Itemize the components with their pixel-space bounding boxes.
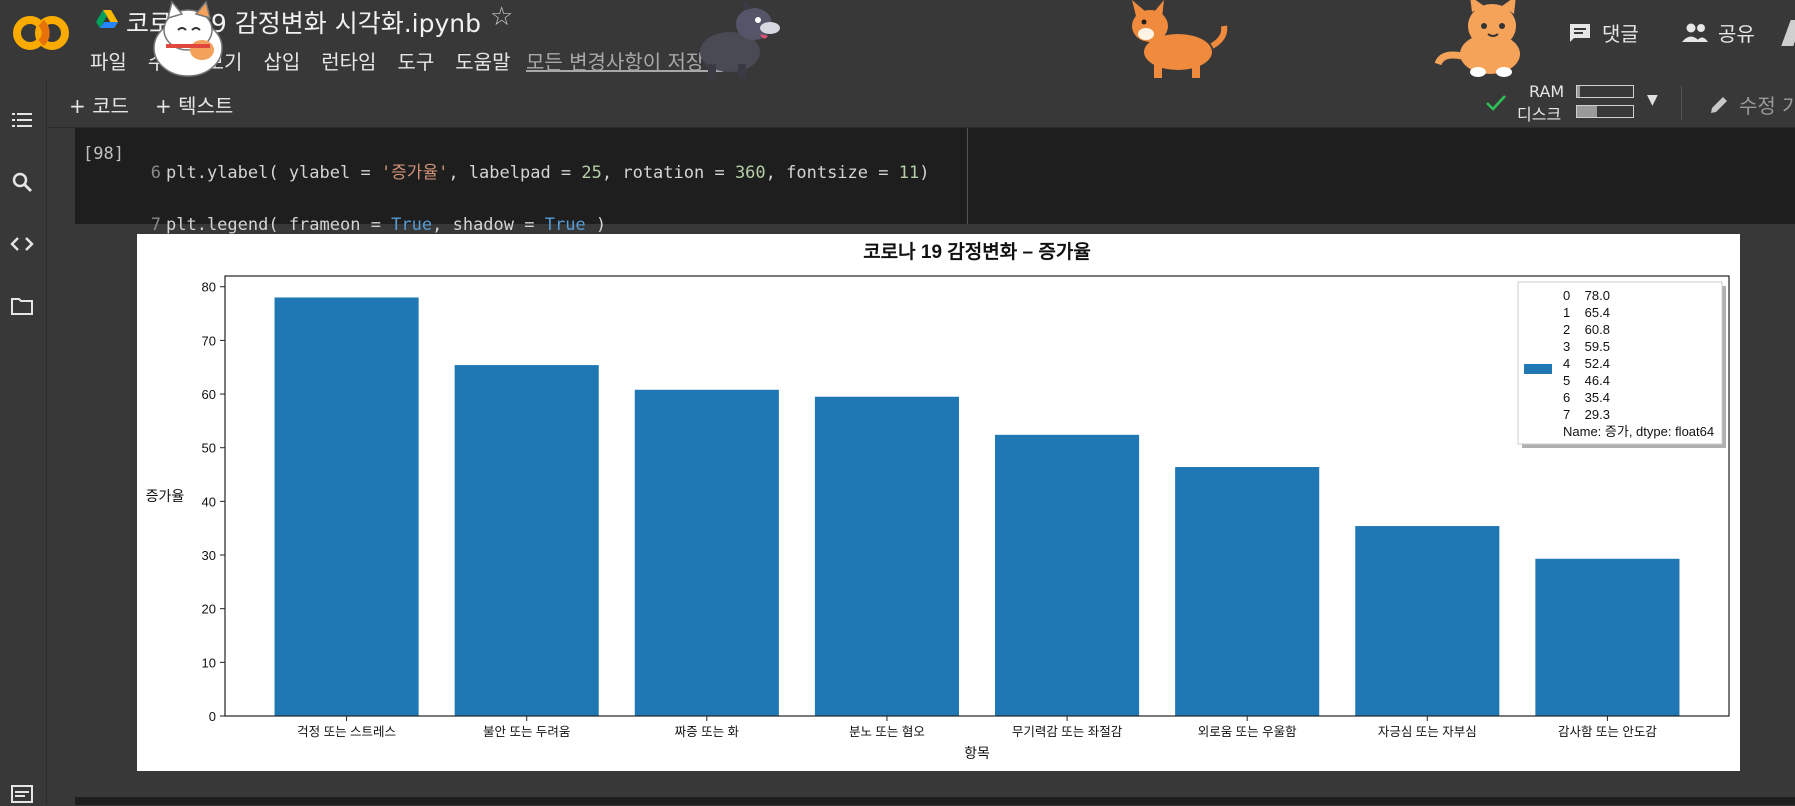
share-button[interactable]: 공유 bbox=[1682, 18, 1755, 47]
notebook-header: 코로나19 감정변화 시각화.ipynb ☆ 파일 수정 보기 삽입 런타임 도… bbox=[0, 0, 1795, 80]
chart-title: 코로나 19 감정변화 – 증가율 bbox=[863, 241, 1091, 263]
x-tick-label: 짜증 또는 화 bbox=[675, 725, 740, 739]
legend-entry-text: 6 35.4 bbox=[1563, 390, 1610, 405]
x-axis-label: 항목 bbox=[964, 745, 990, 761]
code-text: plt.ylabel( ylabel = '증가율', labelpad = 2… bbox=[166, 163, 930, 183]
y-tick-label: 50 bbox=[202, 441, 216, 456]
line-number: 6 bbox=[150, 163, 161, 183]
share-label: 공유 bbox=[1718, 22, 1755, 46]
connected-check-icon[interactable] bbox=[1485, 94, 1507, 112]
y-tick-label: 70 bbox=[202, 333, 216, 348]
edit-button[interactable]: 수정 가 bbox=[1709, 90, 1795, 119]
plot-frame bbox=[224, 275, 1730, 717]
bar bbox=[995, 434, 1140, 716]
x-tick-label: 분노 또는 혐오 bbox=[849, 725, 925, 739]
y-tick-label: 40 bbox=[202, 494, 216, 509]
code-cell[interactable]: [98] 6 plt.ylabel( ylabel = '증가율', labelp… bbox=[75, 128, 1795, 287]
menu-runtime[interactable]: 런타임 bbox=[321, 46, 376, 74]
bar bbox=[454, 365, 599, 716]
legend-box bbox=[1517, 281, 1723, 445]
legend-entry-text: 4 52.4 bbox=[1563, 356, 1610, 371]
comment-button[interactable]: 댓글 bbox=[1568, 18, 1639, 47]
search-icon[interactable] bbox=[10, 170, 34, 194]
resources-dropdown-icon[interactable]: ▼ bbox=[1647, 92, 1658, 108]
google-drive-icon bbox=[96, 10, 118, 28]
terminal-icon[interactable] bbox=[10, 782, 34, 806]
y-tick-label: 80 bbox=[202, 280, 216, 295]
bar bbox=[1355, 526, 1500, 716]
y-tick-label: 20 bbox=[202, 602, 216, 617]
corgi-sticker-icon bbox=[1132, 0, 1228, 78]
menu-tools[interactable]: 도구 bbox=[397, 46, 434, 74]
ram-meter[interactable] bbox=[1576, 85, 1634, 98]
add-text-button[interactable]: + 텍스트 bbox=[155, 90, 233, 119]
x-tick-label: 무기력감 또는 좌절감 bbox=[1012, 725, 1123, 739]
y-tick-label: 0 bbox=[209, 709, 216, 724]
legend-entry-text: 2 60.8 bbox=[1563, 322, 1610, 337]
star-icon[interactable]: ☆ bbox=[490, 2, 513, 32]
code-line: 6 plt.ylabel( ylabel = '증가율', labelpad = … bbox=[147, 160, 930, 186]
cell-output: 코로나 19 감정변화 – 증가율걱정 또는 스트레스 불안 또는 두려움 짜증 또… bbox=[137, 234, 1740, 771]
disk-meter[interactable] bbox=[1576, 105, 1634, 118]
legend-entry-text: 7 29.3 bbox=[1563, 407, 1610, 422]
bar bbox=[1175, 467, 1320, 716]
x-tick-label: 외로움 또는 우울함 bbox=[1198, 725, 1297, 739]
pencil-icon bbox=[1711, 96, 1727, 113]
y-tick-label: 60 bbox=[202, 387, 216, 402]
menu-file[interactable]: 파일 bbox=[90, 46, 127, 74]
cat-sticker-icon bbox=[153, 0, 223, 77]
notebook-toolbar: + 코드 + 텍스트 RAM 디스크 ▼ 수정 가 bbox=[47, 80, 1795, 128]
comment-icon bbox=[1570, 23, 1590, 42]
bar bbox=[274, 297, 419, 716]
dog-sticker-icon bbox=[700, 0, 780, 78]
orange-cat-sticker-icon bbox=[1434, 0, 1520, 77]
colab-logo-icon[interactable] bbox=[12, 14, 70, 52]
toolbar-divider bbox=[1681, 86, 1682, 120]
next-cell-edge bbox=[75, 797, 1795, 805]
x-tick-label: 감사함 또는 안도감 bbox=[1558, 725, 1657, 739]
disk-meter-fill bbox=[1577, 106, 1597, 117]
cell-divider bbox=[967, 128, 968, 224]
files-folder-icon[interactable] bbox=[10, 294, 34, 318]
y-tick-label: 10 bbox=[202, 655, 216, 670]
y-axis-label: 증가율 bbox=[146, 488, 185, 504]
profile-edge bbox=[1781, 20, 1795, 46]
menu-insert[interactable]: 삽입 bbox=[263, 46, 300, 74]
menu-help[interactable]: 도움말 bbox=[455, 46, 510, 74]
x-tick-label: 불안 또는 두려움 bbox=[483, 725, 570, 739]
bar bbox=[814, 396, 959, 716]
add-code-button[interactable]: + 코드 bbox=[69, 90, 129, 119]
ram-label[interactable]: RAM bbox=[1529, 82, 1564, 101]
legend-swatch bbox=[1524, 364, 1552, 374]
legend-entry-text: 5 46.4 bbox=[1563, 373, 1610, 388]
code-snippets-icon[interactable] bbox=[10, 232, 34, 256]
bar-chart: 코로나 19 감정변화 – 증가율걱정 또는 스트레스 불안 또는 두려움 짜증 또… bbox=[146, 241, 1730, 761]
code-text: plt.legend( frameon = True, shadow = Tru… bbox=[166, 215, 607, 235]
ram-meter-fill bbox=[1577, 86, 1580, 97]
bar bbox=[634, 389, 779, 716]
legend-entry-text: Name: 증가, dtype: float64 bbox=[1563, 424, 1714, 439]
legend-entry-text: 0 78.0 bbox=[1563, 288, 1610, 303]
disk-label[interactable]: 디스크 bbox=[1517, 101, 1561, 125]
edit-label: 수정 가 bbox=[1739, 94, 1795, 118]
bar bbox=[1535, 558, 1680, 716]
legend-entry-text: 1 65.4 bbox=[1563, 305, 1610, 320]
table-of-contents-icon[interactable] bbox=[10, 108, 34, 132]
x-tick-label: 걱정 또는 스트레스 bbox=[297, 725, 396, 739]
execution-count[interactable]: [98] bbox=[83, 144, 124, 164]
comment-label: 댓글 bbox=[1602, 22, 1639, 46]
legend-entry-text: 3 59.5 bbox=[1563, 339, 1610, 354]
y-tick-label: 30 bbox=[202, 548, 216, 563]
people-icon bbox=[1682, 23, 1708, 42]
x-tick-label: 자긍심 또는 자부심 bbox=[1378, 725, 1477, 739]
left-sidebar bbox=[0, 80, 47, 805]
